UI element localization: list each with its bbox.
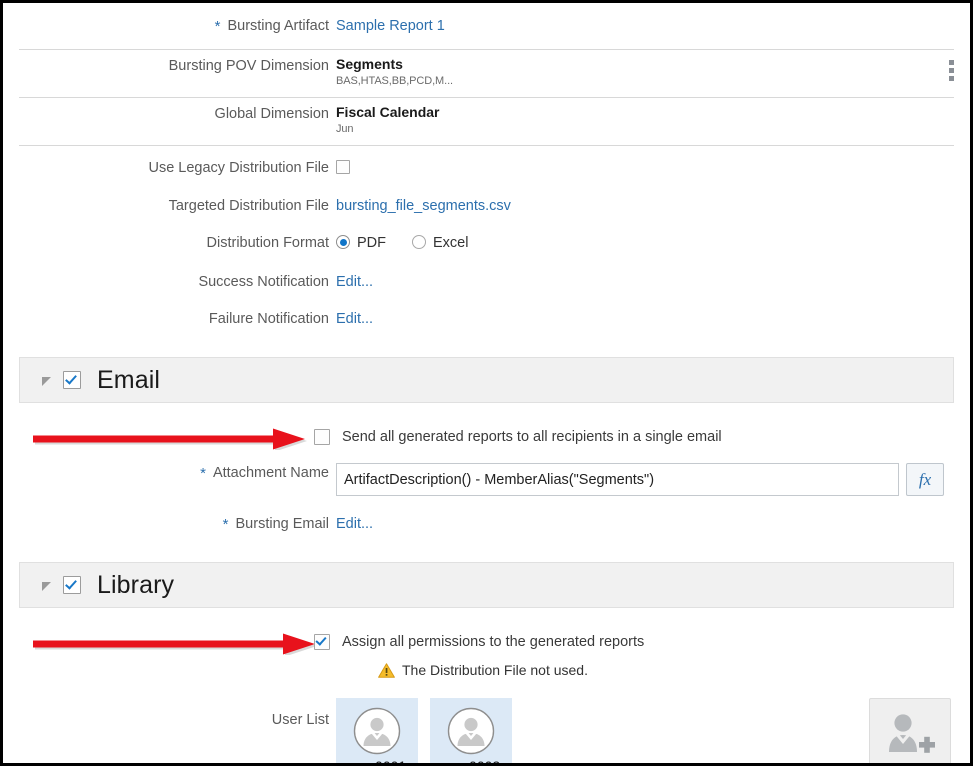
panel-inner: *Bursting Artifact Sample Report 1 Burst… — [3, 3, 970, 763]
row-user-list: User List user0001 user0002 — [3, 686, 970, 766]
distribution-format-radio-pdf[interactable] — [336, 235, 350, 249]
user-avatar-icon — [446, 706, 496, 756]
library-section-title: Library — [97, 571, 174, 600]
attachment-name-input-group: fx — [336, 463, 970, 496]
required-marker: * — [215, 18, 221, 35]
label-distribution-format: Distribution Format — [3, 233, 336, 253]
attachment-name-input[interactable] — [336, 463, 899, 496]
row-attachment-name: *Attachment Name fx — [3, 463, 970, 496]
warning-triangle-icon — [378, 663, 395, 678]
row-failure-notification: Failure Notification Edit... — [3, 309, 970, 335]
label-failure-notification: Failure Notification — [3, 309, 336, 329]
email-section-checkbox[interactable] — [63, 371, 81, 389]
pov-dimension-value[interactable]: Segments — [336, 56, 970, 73]
user-name: user0001 — [348, 758, 406, 766]
row-send-single-email: Send all generated reports to all recipi… — [3, 429, 970, 445]
required-marker-bursting-email: * — [223, 516, 229, 533]
drag-handle-icon[interactable] — [949, 60, 954, 81]
email-section-title: Email — [97, 366, 160, 395]
label-bursting-artifact: *Bursting Artifact — [3, 16, 336, 37]
row-use-legacy-distribution-file: Use Legacy Distribution File — [3, 158, 970, 184]
send-single-email-label: Send all generated reports to all recipi… — [342, 429, 722, 445]
section-header-email[interactable]: Email — [19, 357, 954, 403]
user-tile[interactable]: user0001 — [336, 698, 418, 766]
row-targeted-distribution-file: Targeted Distribution File bursting_file… — [3, 196, 970, 222]
row-success-notification: Success Notification Edit... — [3, 272, 970, 298]
row-assign-permissions: Assign all permissions to the generated … — [3, 634, 970, 650]
user-name: user0002 — [442, 758, 500, 766]
distribution-file-warning: The Distribution File not used. — [378, 662, 970, 678]
bursting-artifact-link[interactable]: Sample Report 1 — [336, 18, 445, 34]
row-bursting-email: *Bursting Email Edit... — [3, 514, 970, 540]
label-bursting-pov-dimension: Bursting POV Dimension — [3, 56, 336, 76]
distribution-format-radio-excel[interactable] — [412, 235, 426, 249]
global-dimension-member: Jun — [336, 122, 970, 137]
distribution-format-label-pdf: PDF — [357, 235, 386, 251]
label-bursting-email: *Bursting Email — [3, 514, 336, 535]
add-user-button[interactable] — [869, 698, 951, 766]
label-user-list: User List — [3, 686, 336, 730]
row-distribution-format: Distribution Format PDF Excel — [3, 233, 970, 259]
row-global-dimension: Global Dimension Fiscal Calendar Jun — [3, 98, 970, 145]
send-single-email-checkbox[interactable] — [314, 429, 330, 445]
collapse-triangle-icon-library[interactable] — [42, 582, 51, 591]
section-header-library[interactable]: Library — [19, 562, 954, 608]
warning-text: The Distribution File not used. — [402, 662, 588, 678]
pov-dimension-members: BAS,HTAS,BB,PCD,M... — [336, 74, 970, 89]
user-tile[interactable]: user0002 — [430, 698, 512, 766]
distribution-format-label-excel: Excel — [433, 235, 468, 251]
arrow-assign-permissions — [33, 633, 321, 655]
row-bursting-pov-dimension: Bursting POV Dimension Segments BAS,HTAS… — [3, 50, 970, 97]
global-dimension-value[interactable]: Fiscal Calendar — [336, 104, 970, 121]
properties-form: *Bursting Artifact Sample Report 1 Burst… — [3, 3, 970, 335]
bursting-email-edit-link[interactable]: Edit... — [336, 516, 373, 532]
success-notification-edit-link[interactable]: Edit... — [336, 274, 373, 290]
targeted-distribution-file-link[interactable]: bursting_file_segments.csv — [336, 198, 511, 214]
user-avatar-icon — [352, 706, 402, 756]
user-tiles: user0001 user0002 — [336, 698, 512, 766]
failure-notification-edit-link[interactable]: Edit... — [336, 311, 373, 327]
label-targeted-distribution-file: Targeted Distribution File — [3, 196, 336, 216]
collapse-triangle-icon-email[interactable] — [42, 377, 51, 386]
arrow-send-single-email — [33, 428, 311, 450]
label-global-dimension: Global Dimension — [3, 104, 336, 124]
row-bursting-artifact: *Bursting Artifact Sample Report 1 — [3, 13, 970, 49]
fx-function-button[interactable]: fx — [906, 463, 944, 496]
label-success-notification: Success Notification — [3, 272, 336, 292]
divider-3 — [19, 145, 954, 146]
library-section-checkbox[interactable] — [63, 576, 81, 594]
use-legacy-distribution-file-checkbox[interactable] — [336, 160, 350, 174]
assign-permissions-checkbox[interactable] — [314, 634, 330, 650]
required-marker-attachment-name: * — [200, 465, 206, 482]
label-use-legacy-distribution-file: Use Legacy Distribution File — [3, 158, 336, 178]
add-user-icon — [884, 712, 936, 758]
label-attachment-name: *Attachment Name — [3, 463, 336, 484]
bursting-definition-panel: *Bursting Artifact Sample Report 1 Burst… — [0, 0, 973, 766]
assign-permissions-label: Assign all permissions to the generated … — [342, 634, 644, 650]
